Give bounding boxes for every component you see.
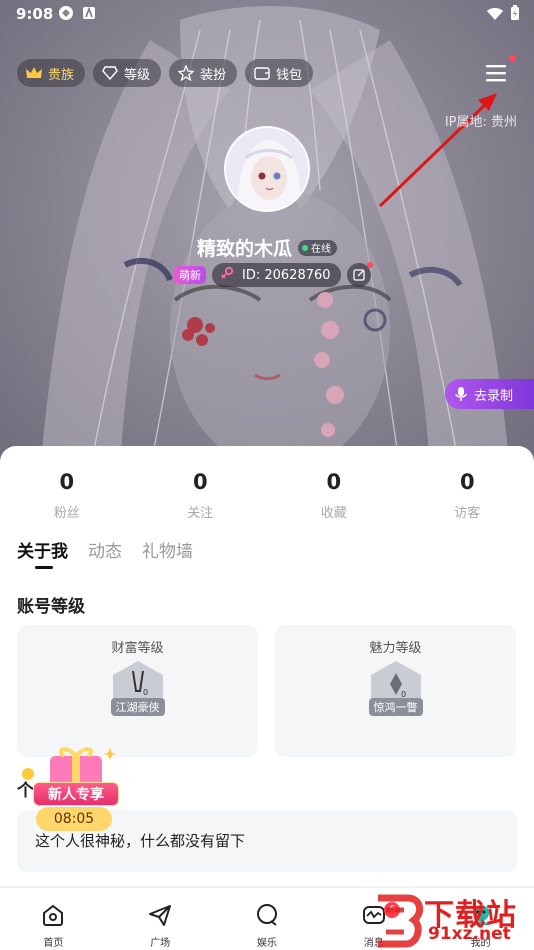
hamburger-menu-icon	[486, 65, 506, 82]
wealth-level-card[interactable]: 财富等级 0 江湖豪侠	[17, 625, 258, 757]
app-notification-icon	[58, 5, 74, 25]
newcomer-promo[interactable]: 新人专享 08:05	[20, 744, 120, 834]
wealth-level-number: 0	[143, 688, 148, 697]
gender-female-icon	[220, 266, 234, 284]
stat-visitors-label: 访客	[454, 506, 481, 521]
record-button-label: 去录制	[474, 388, 514, 404]
nav-home-label: 首页	[43, 938, 64, 949]
noble-chip[interactable]: 贵族	[17, 59, 86, 87]
app-a-icon	[82, 5, 96, 25]
active-tab-indicator	[35, 566, 53, 569]
avatar[interactable]	[224, 126, 310, 212]
stats-row: 0 粉丝 0 关注 0 收藏 0 访客	[0, 470, 534, 521]
user-id: ID: 20628760	[242, 267, 331, 283]
status-bar: 9:08	[0, 0, 534, 28]
tab-moments[interactable]: 动态	[88, 537, 122, 562]
menu-button[interactable]	[484, 62, 508, 84]
noble-chip-label: 贵族	[48, 67, 75, 83]
online-dot-icon	[302, 244, 308, 251]
wealth-level-title: 财富等级	[111, 641, 164, 656]
battery-icon	[510, 5, 520, 25]
chat-bubble-icon	[256, 904, 277, 926]
watermark-sub-text: 91xz.net	[428, 924, 511, 944]
stat-visitors-value: 0	[459, 470, 475, 494]
stat-favorites[interactable]: 0 收藏	[267, 470, 401, 521]
star-outline-icon	[177, 64, 195, 82]
stat-following-value: 0	[192, 470, 208, 494]
stat-favorites-value: 0	[326, 470, 342, 494]
avatar-image	[226, 128, 308, 210]
microphone-icon	[455, 387, 467, 401]
crown-icon	[25, 64, 43, 82]
nav-square-label: 广场	[150, 938, 171, 949]
nav-square[interactable]: 广场	[107, 888, 214, 950]
wallet-chip-label: 钱包	[276, 67, 303, 83]
menu-notification-dot	[509, 55, 516, 62]
charm-level-card[interactable]: 魅力等级 0 惊鸿一瞥	[275, 625, 516, 757]
dressup-chip[interactable]: 装扮	[169, 59, 238, 87]
dressup-chip-label: 装扮	[200, 67, 227, 83]
newbie-tag: 萌新	[174, 266, 206, 284]
profile-tabs: 关于我 动态 礼物墙	[17, 537, 193, 562]
level-chip[interactable]: 等级	[93, 59, 162, 87]
charm-level-title: 魅力等级	[369, 641, 422, 656]
online-status-badge: 在线	[298, 239, 337, 256]
stat-fans-value: 0	[59, 470, 75, 494]
edit-icon	[352, 269, 365, 281]
watermark-logo-icon	[378, 894, 424, 948]
stat-following[interactable]: 0 关注	[134, 470, 268, 521]
stat-favorites-label: 收藏	[320, 506, 347, 521]
nav-entertainment-label: 娱乐	[256, 938, 277, 949]
nav-entertainment[interactable]: 娱乐	[214, 888, 321, 950]
edit-profile-button[interactable]	[346, 262, 373, 287]
edit-notification-dot	[366, 262, 373, 268]
nickname-row: 精致的木瓜 在线	[0, 234, 534, 261]
promo-timer: 08:05	[36, 807, 112, 831]
tab-about-me[interactable]: 关于我	[17, 537, 68, 562]
nav-home[interactable]: 首页	[0, 888, 107, 950]
status-time: 9:08	[16, 5, 54, 23]
promo-label: 新人专享	[33, 782, 119, 806]
stat-fans-label: 粉丝	[53, 506, 80, 521]
ip-location: IP属地: 贵州	[444, 115, 517, 130]
wifi-icon	[486, 6, 504, 25]
home-icon	[43, 904, 64, 926]
level-chip-label: 等级	[124, 67, 151, 83]
download-site-watermark: 下载站 91xz.net	[368, 888, 534, 950]
stat-visitors[interactable]: 0 访客	[401, 470, 534, 521]
wallet-chip[interactable]: 钱包	[245, 59, 314, 87]
record-button[interactable]: 去录制	[445, 379, 534, 409]
diamond-icon	[101, 64, 119, 82]
online-status-label: 在线	[311, 244, 331, 255]
id-row: 萌新 ID: 20628760	[174, 262, 373, 287]
wealth-rank-name: 江湖豪侠	[110, 698, 165, 716]
user-id-pill[interactable]: ID: 20628760	[212, 263, 341, 287]
send-icon	[149, 905, 172, 926]
charm-rank-name: 惊鸿一瞥	[368, 698, 423, 716]
top-chip-row: 贵族 等级 装扮 钱包	[17, 59, 314, 87]
tab-gift-wall[interactable]: 礼物墙	[142, 537, 193, 562]
stat-following-label: 关注	[187, 506, 214, 521]
account-level-title: 账号等级	[17, 597, 85, 617]
stat-fans[interactable]: 0 粉丝	[0, 470, 134, 521]
nickname: 精致的木瓜	[196, 238, 292, 260]
wallet-icon	[253, 64, 271, 82]
